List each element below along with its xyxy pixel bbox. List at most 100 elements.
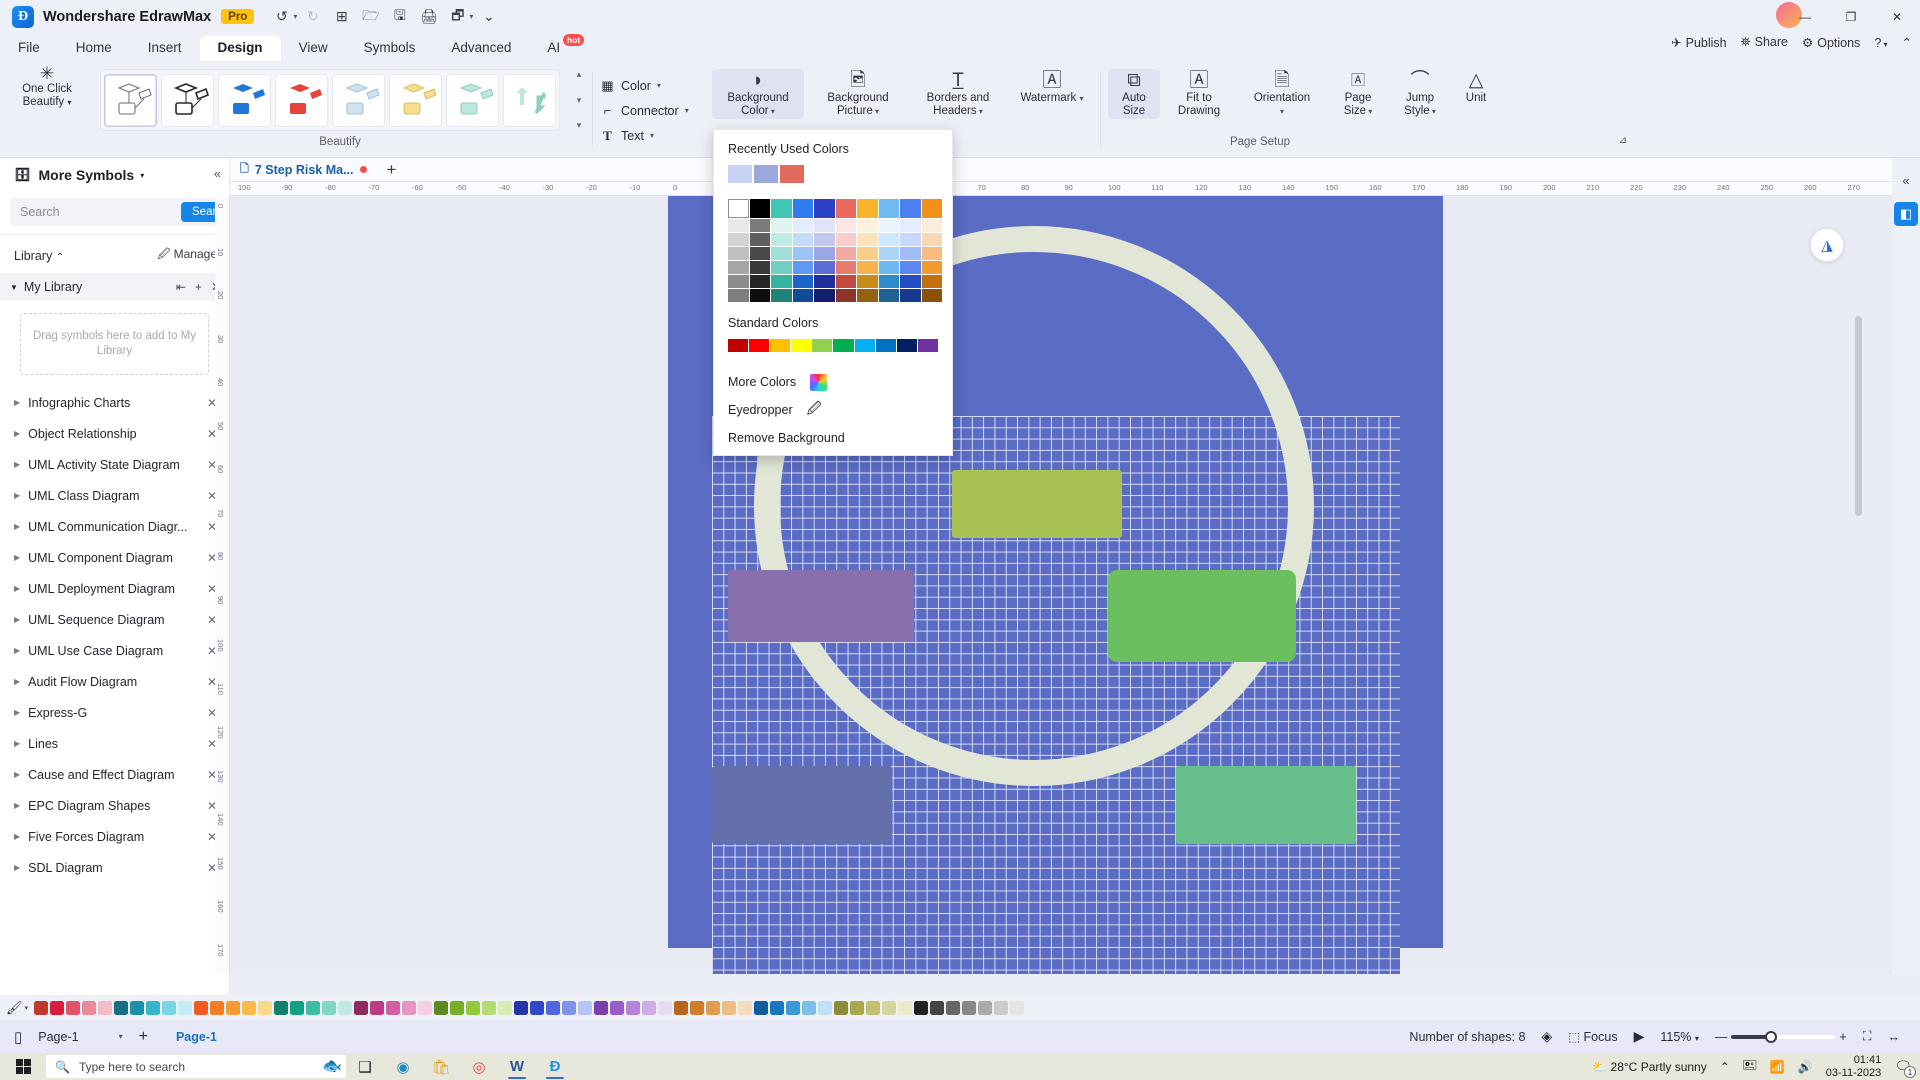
canvas-area[interactable]: ◮ xyxy=(230,196,1892,974)
edge-icon[interactable]: ◉ xyxy=(384,1053,422,1080)
theme-color-swatch-6-3[interactable] xyxy=(857,247,878,260)
theme-color-swatch-8-1[interactable] xyxy=(900,219,921,232)
zoom-knob[interactable] xyxy=(1765,1030,1778,1043)
quick-color-swatch-52[interactable] xyxy=(866,1000,881,1015)
notification-center-button[interactable]: 🗨 1 xyxy=(1894,1058,1916,1078)
standard-color-swatch-2[interactable] xyxy=(770,339,791,352)
shape-step-6[interactable] xyxy=(712,766,892,844)
quick-color-swatch-59[interactable] xyxy=(978,1000,993,1015)
quick-color-swatch-0[interactable] xyxy=(34,1000,49,1015)
tab-advanced[interactable]: Advanced xyxy=(433,36,529,61)
page-manager-icon[interactable]: ▯ xyxy=(14,1028,22,1046)
library-item-2[interactable]: ▶ UML Activity State Diagram ✕ xyxy=(0,449,229,480)
quick-color-swatch-58[interactable] xyxy=(962,1000,977,1015)
quick-color-swatch-8[interactable] xyxy=(162,1000,177,1015)
theme-color-swatch-0-2[interactable] xyxy=(728,233,749,246)
standard-color-swatch-8[interactable] xyxy=(896,339,917,352)
quick-color-swatch-11[interactable] xyxy=(210,1000,225,1015)
theme-color-swatch-7-2[interactable] xyxy=(878,233,899,246)
theme-color-swatch-2-2[interactable] xyxy=(771,233,792,246)
theme-color-swatch-3-3[interactable] xyxy=(792,247,813,260)
quick-color-swatch-24[interactable] xyxy=(418,1000,433,1015)
quick-color-swatch-26[interactable] xyxy=(450,1000,465,1015)
scroll-more-icon[interactable]: ▾ xyxy=(577,120,582,131)
search-input[interactable] xyxy=(20,205,181,219)
play-icon[interactable]: ▶ xyxy=(1634,1028,1645,1045)
theme-color-swatch-3-0[interactable] xyxy=(792,199,813,218)
library-item-12[interactable]: ▶ Cause and Effect Diagram ✕ xyxy=(0,759,229,790)
more-colors-item[interactable]: More Colors xyxy=(728,368,938,396)
chrome-icon[interactable]: ◎ xyxy=(460,1053,498,1080)
theme-color-swatch-7-5[interactable] xyxy=(878,275,899,288)
theme-color-swatch-9-1[interactable] xyxy=(921,219,942,232)
theme-color-swatch-9-3[interactable] xyxy=(921,247,942,260)
theme-color-swatch-4-6[interactable] xyxy=(814,289,835,302)
theme-color-swatch-7-4[interactable] xyxy=(878,261,899,274)
wifi-icon[interactable]: 📶 xyxy=(1770,1060,1785,1074)
library-label[interactable]: Library ⌃ xyxy=(14,249,64,263)
quick-color-swatch-19[interactable] xyxy=(338,1000,353,1015)
theme-color-swatch-6-6[interactable] xyxy=(857,289,878,302)
theme-color-swatch-5-5[interactable] xyxy=(835,275,856,288)
fill-tool-icon[interactable]: ◧ xyxy=(1894,202,1918,226)
library-item-8[interactable]: ▶ UML Use Case Diagram ✕ xyxy=(0,635,229,666)
quick-color-swatch-28[interactable] xyxy=(482,1000,497,1015)
zoom-slider[interactable]: — + xyxy=(1715,1030,1847,1044)
quick-color-swatch-10[interactable] xyxy=(194,1000,209,1015)
library-item-0[interactable]: ▶ Infographic Charts ✕ xyxy=(0,387,229,418)
beautify-theme-8[interactable] xyxy=(503,73,556,127)
library-item-15[interactable]: ▶ SDL Diagram ✕ xyxy=(0,852,229,883)
quick-color-swatch-43[interactable] xyxy=(722,1000,737,1015)
theme-color-swatch-5-1[interactable] xyxy=(835,219,856,232)
unit-button[interactable]: △ Unit xyxy=(1452,69,1500,105)
theme-color-swatch-7-3[interactable] xyxy=(878,247,899,260)
tab-view[interactable]: View xyxy=(281,36,346,61)
theme-color-swatch-5-3[interactable] xyxy=(835,247,856,260)
fill-bucket-icon[interactable]: 🖌 xyxy=(6,1000,23,1016)
my-library-item[interactable]: ▼ My Library ⇤ + ✕ xyxy=(0,273,229,301)
recent-color-swatch-1[interactable] xyxy=(754,165,778,183)
volume-icon[interactable]: 🔊 xyxy=(1798,1060,1813,1074)
one-click-beautify-button[interactable]: ✳ One Click Beautify ▾ xyxy=(8,65,86,109)
standard-color-swatch-4[interactable] xyxy=(812,339,833,352)
fullscreen-button[interactable]: ⛶ xyxy=(1863,1029,1872,1044)
theme-color-swatch-3-2[interactable] xyxy=(792,233,813,246)
customize-qat-icon[interactable]: ⌄ xyxy=(475,5,502,29)
theme-color-swatch-8-3[interactable] xyxy=(900,247,921,260)
theme-color-swatch-4-5[interactable] xyxy=(814,275,835,288)
theme-color-swatch-1-6[interactable] xyxy=(749,289,770,302)
quick-color-swatch-61[interactable] xyxy=(1010,1000,1025,1015)
focus-button[interactable]: ⬚ Focus xyxy=(1568,1029,1617,1044)
quick-color-swatch-17[interactable] xyxy=(306,1000,321,1015)
theme-color-swatch-1-1[interactable] xyxy=(749,219,770,232)
tab-design[interactable]: Design xyxy=(199,36,281,61)
quick-color-swatch-23[interactable] xyxy=(402,1000,417,1015)
theme-color-swatch-4-3[interactable] xyxy=(814,247,835,260)
chevron-down-icon[interactable]: ▾ xyxy=(1366,107,1372,116)
quick-color-swatch-22[interactable] xyxy=(386,1000,401,1015)
theme-color-swatch-5-2[interactable] xyxy=(835,233,856,246)
theme-color-swatch-3-6[interactable] xyxy=(792,289,813,302)
theme-color-swatch-1-4[interactable] xyxy=(749,261,770,274)
background-color-button[interactable]: ◗ Background Color ▾ xyxy=(712,69,804,119)
orientation-button[interactable]: 🗎 Orientation ▾ xyxy=(1238,69,1326,119)
theme-color-swatch-1-3[interactable] xyxy=(749,247,770,260)
shape-step-1[interactable] xyxy=(952,470,1122,538)
theme-color-swatch-7-0[interactable] xyxy=(878,199,899,218)
quick-color-swatch-39[interactable] xyxy=(658,1000,673,1015)
help-button[interactable]: ? ▾ xyxy=(1874,36,1887,50)
quick-color-swatch-47[interactable] xyxy=(786,1000,801,1015)
tab-file[interactable]: File xyxy=(0,36,58,61)
redo-icon[interactable]: ↻ xyxy=(299,5,326,29)
quick-color-swatch-53[interactable] xyxy=(882,1000,897,1015)
tab-symbols[interactable]: Symbols xyxy=(346,36,434,61)
theme-color-swatch-8-2[interactable] xyxy=(900,233,921,246)
quick-color-swatch-27[interactable] xyxy=(466,1000,481,1015)
standard-color-swatch-6[interactable] xyxy=(854,339,875,352)
drag-symbols-dropzone[interactable]: Drag symbols here to add to My Library xyxy=(20,313,209,375)
maximize-button[interactable]: ❐ xyxy=(1828,0,1874,33)
theme-color-swatch-0-5[interactable] xyxy=(728,275,749,288)
manage-button[interactable]: 🖉 Manage xyxy=(157,245,217,266)
quick-color-swatch-44[interactable] xyxy=(738,1000,753,1015)
theme-color-swatch-6-0[interactable] xyxy=(857,199,878,218)
